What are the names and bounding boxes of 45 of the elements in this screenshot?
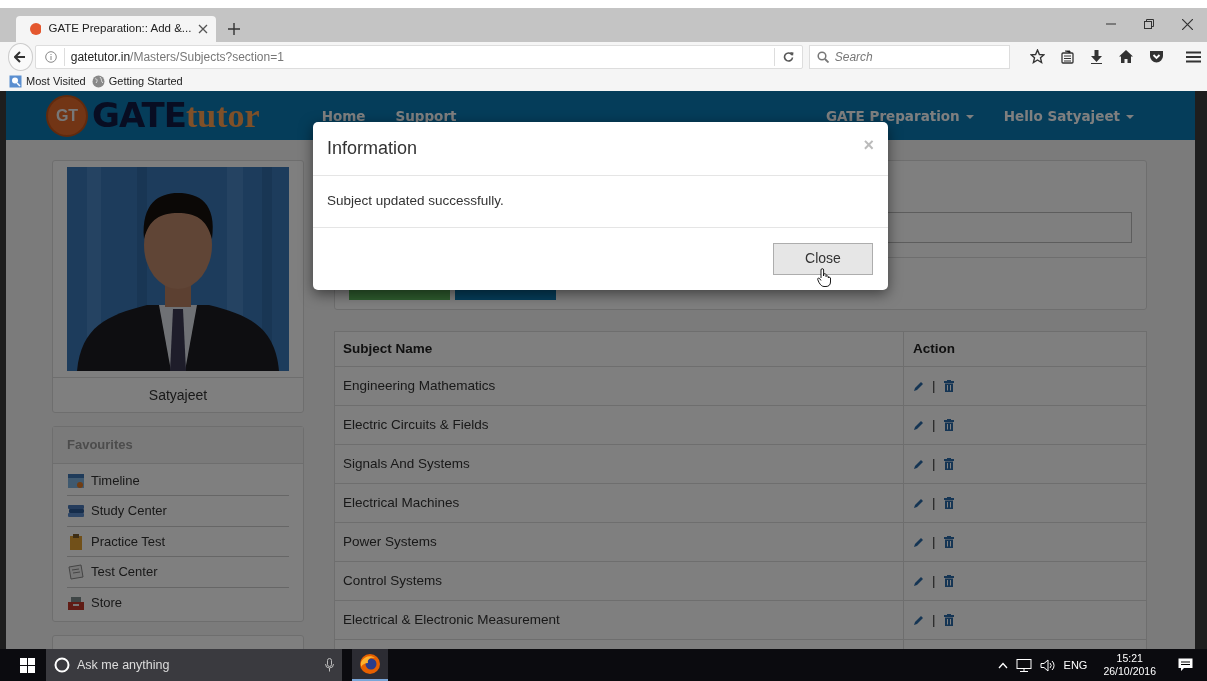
table-cell: Control Systems bbox=[335, 562, 904, 601]
separator: | bbox=[932, 572, 936, 591]
nav-link[interactable]: Home bbox=[321, 105, 366, 127]
favourite-label: Study Center bbox=[91, 502, 167, 521]
modal-title: Information bbox=[327, 137, 418, 161]
table-cell: Electric Circuits & Fields bbox=[335, 406, 904, 445]
table-cell: Electrical Machines bbox=[335, 484, 904, 523]
dropdown-menu-link[interactable]: Hello Satyajeet bbox=[1003, 105, 1134, 127]
language-indicator[interactable]: ENG bbox=[1063, 656, 1088, 674]
separator: | bbox=[932, 611, 936, 630]
address-bar[interactable]: gatetutor.in/Masters/Subjects?section=1 bbox=[34, 44, 803, 69]
bookmark[interactable]: Most Visited bbox=[9, 73, 86, 90]
table-cell: Power Systems bbox=[335, 523, 904, 562]
bookmark[interactable]: Getting Started bbox=[91, 73, 183, 90]
nav-link[interactable]: Support bbox=[395, 105, 457, 127]
taskbar-search-field[interactable]: Ask me anything bbox=[46, 649, 342, 681]
favourite-item[interactable]: Study Center bbox=[67, 496, 289, 527]
table-cell: Electrical & Electronic Measurement bbox=[335, 601, 904, 640]
table-cell: Engineering Mathematics bbox=[335, 367, 904, 406]
browser-tab[interactable]: GATE Preparation:: Add &... bbox=[16, 15, 216, 42]
favourite-label: Timeline bbox=[91, 472, 140, 490]
favourite-label: Store bbox=[91, 594, 123, 612]
table-cell: Signals And Systems bbox=[335, 445, 904, 484]
separator: | bbox=[932, 533, 936, 552]
column-header: Action bbox=[913, 340, 955, 359]
close-button[interactable]: Close bbox=[773, 242, 873, 275]
logo-badge: GT bbox=[46, 95, 88, 137]
separator: | bbox=[932, 455, 936, 474]
search-field[interactable]: Search bbox=[808, 44, 1010, 69]
favourite-item[interactable]: Practice Test bbox=[67, 527, 289, 558]
modal-message: Subject updated successfully. bbox=[327, 193, 504, 209]
separator: | bbox=[932, 416, 936, 435]
favourite-label: Practice Test bbox=[91, 533, 166, 551]
separator: | bbox=[932, 377, 936, 396]
favourite-item[interactable]: Timeline bbox=[67, 466, 289, 497]
tab-title: GATE Preparation:: Add &... bbox=[48, 21, 192, 37]
favourite-item[interactable]: Test Center bbox=[67, 557, 289, 588]
separator: | bbox=[932, 494, 936, 513]
dropdown-menu-link[interactable]: GATE Preparation bbox=[825, 105, 974, 127]
clock[interactable]: 15:21 26/10/2016 bbox=[1103, 652, 1156, 678]
profile-name: Satyajeet bbox=[53, 377, 303, 413]
page-url: gatetutor.in/Masters/Subjects?section=1 bbox=[63, 47, 284, 66]
column-header: Subject Name bbox=[335, 332, 904, 367]
favourite-item[interactable]: Store bbox=[67, 588, 289, 618]
favourite-label: Test Center bbox=[91, 563, 158, 582]
